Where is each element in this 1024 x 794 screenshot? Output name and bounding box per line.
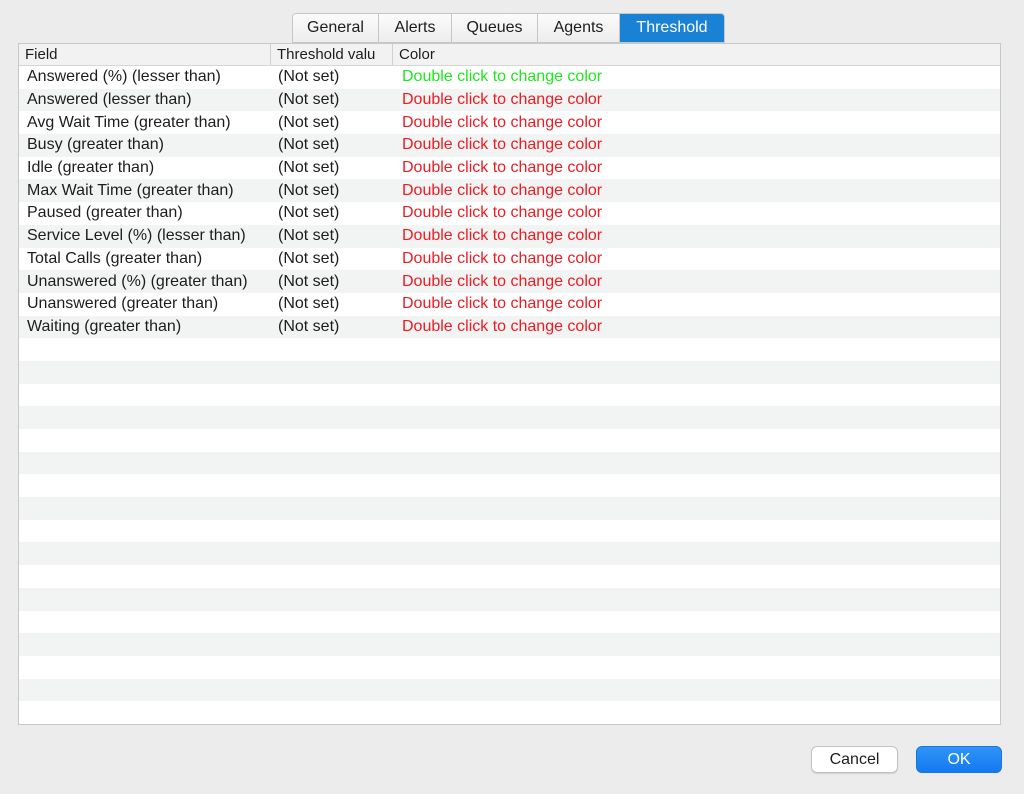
threshold-value-cell[interactable]: (Not set) [271, 250, 393, 268]
empty-row [19, 678, 1000, 702]
field-cell: Unanswered (%) (greater than) [27, 272, 248, 290]
empty-row [19, 565, 1000, 588]
cancel-button[interactable]: Cancel [811, 746, 898, 773]
field-cell: Unanswered (greater than) [27, 295, 219, 313]
threshold-settings-window: General Alerts Queues Agents Threshold F… [0, 0, 1024, 794]
empty-row [19, 542, 1000, 566]
ok-button[interactable]: OK [916, 746, 1002, 773]
empty-row [19, 406, 1000, 429]
empty-row [19, 451, 1000, 475]
color-cell[interactable]: Double click to change color [393, 204, 1000, 222]
color-cell[interactable]: Double click to change color [393, 159, 1000, 177]
field-cell: Total Calls (greater than) [27, 249, 203, 267]
threshold-table: Field Threshold valu Color Answered (%) … [18, 43, 1001, 725]
field-cell: Max Wait Time (greater than) [27, 181, 234, 199]
threshold-value-cell[interactable]: (Not set) [271, 182, 393, 200]
field-cell: Answered (%) (lesser than) [27, 68, 221, 86]
threshold-value-cell[interactable]: (Not set) [271, 114, 393, 132]
tab-general[interactable]: General [293, 14, 379, 42]
tab-alerts[interactable]: Alerts [379, 14, 452, 42]
color-cell[interactable]: Double click to change color [393, 68, 1000, 86]
table-row[interactable]: Paused (greater than) (Not set) Double cli… [19, 202, 1000, 225]
color-cell[interactable]: Double click to change color [393, 136, 1000, 154]
tab-queues[interactable]: Queues [452, 14, 538, 42]
field-cell: Idle (greater than) [27, 159, 155, 177]
empty-row [19, 360, 1000, 384]
threshold-value-cell[interactable]: (Not set) [271, 273, 393, 291]
empty-row [19, 587, 1000, 611]
table-row[interactable]: Service Level (%) (lesser than) (Not set)… [19, 224, 1000, 248]
column-header-threshold-value[interactable]: Threshold valu [271, 44, 393, 65]
table-row[interactable]: Total Calls (greater than) (Not set) Doubl… [19, 247, 1000, 271]
empty-row [19, 474, 1000, 498]
color-cell[interactable]: Double click to change color [393, 273, 1000, 291]
field-cell: Waiting (greater than) [27, 317, 182, 335]
empty-row [19, 338, 1000, 361]
column-header-color[interactable]: Color [393, 44, 1000, 65]
threshold-value-cell[interactable]: (Not set) [271, 204, 393, 222]
field-cell: Answered (lesser than) [27, 91, 192, 109]
column-header-field[interactable]: Field [19, 44, 271, 65]
field-cell: Paused (greater than) [27, 204, 183, 222]
empty-row [19, 633, 1000, 656]
color-cell[interactable]: Double click to change color [393, 114, 1000, 132]
table-row[interactable]: Unanswered (greater than) (Not set) Double… [19, 292, 1000, 316]
threshold-value-cell[interactable]: (Not set) [271, 159, 393, 177]
field-cell: Busy (greater than) [27, 136, 164, 154]
threshold-value-cell[interactable]: (Not set) [271, 91, 393, 109]
empty-row [19, 655, 1000, 679]
table-body: Answered (%) (lesser than) (Not set) Doubl… [19, 66, 1000, 724]
color-cell[interactable]: Double click to change color [393, 318, 1000, 336]
color-cell[interactable]: Double click to change color [393, 250, 1000, 268]
table-header: Field Threshold valu Color [19, 44, 1000, 66]
table-row[interactable]: Unanswered (%) (greater than) (Not set) Do… [19, 270, 1000, 293]
tab-threshold[interactable]: Threshold [620, 14, 724, 42]
empty-row [19, 429, 1000, 452]
threshold-value-cell[interactable]: (Not set) [271, 68, 393, 86]
empty-row [19, 610, 1000, 634]
table-row[interactable]: Busy (greater than) (Not set) Double click… [19, 134, 1000, 157]
color-cell[interactable]: Double click to change color [393, 227, 1000, 245]
threshold-value-cell[interactable]: (Not set) [271, 227, 393, 245]
empty-row [19, 701, 1000, 724]
threshold-value-cell[interactable]: (Not set) [271, 318, 393, 336]
table-row[interactable]: Max Wait Time (greater than) (Not set) Dou… [19, 179, 1000, 203]
table-row[interactable]: Avg Wait Time (greater than) (Not set) Dou… [19, 111, 1000, 135]
tab-agents[interactable]: Agents [538, 14, 620, 42]
empty-row [19, 519, 1000, 543]
threshold-value-cell[interactable]: (Not set) [271, 136, 393, 154]
tab-bar: General Alerts Queues Agents Threshold [292, 13, 725, 43]
table-row[interactable]: Answered (%) (lesser than) (Not set) Doubl… [19, 66, 1000, 89]
empty-row [19, 383, 1000, 407]
color-cell[interactable]: Double click to change color [393, 295, 1000, 313]
empty-row [19, 497, 1000, 520]
table-row[interactable]: Waiting (greater than) (Not set) Double cl… [19, 315, 1000, 339]
threshold-value-cell[interactable]: (Not set) [271, 295, 393, 313]
field-cell: Avg Wait Time (greater than) [27, 113, 231, 131]
field-cell: Service Level (%) (lesser than) [27, 227, 246, 245]
color-cell[interactable]: Double click to change color [393, 182, 1000, 200]
table-row[interactable]: Answered (lesser than) (Not set) Double cl… [19, 88, 1000, 112]
table-row[interactable]: Idle (greater than) (Not set) Double click… [19, 156, 1000, 180]
color-cell[interactable]: Double click to change color [393, 91, 1000, 109]
